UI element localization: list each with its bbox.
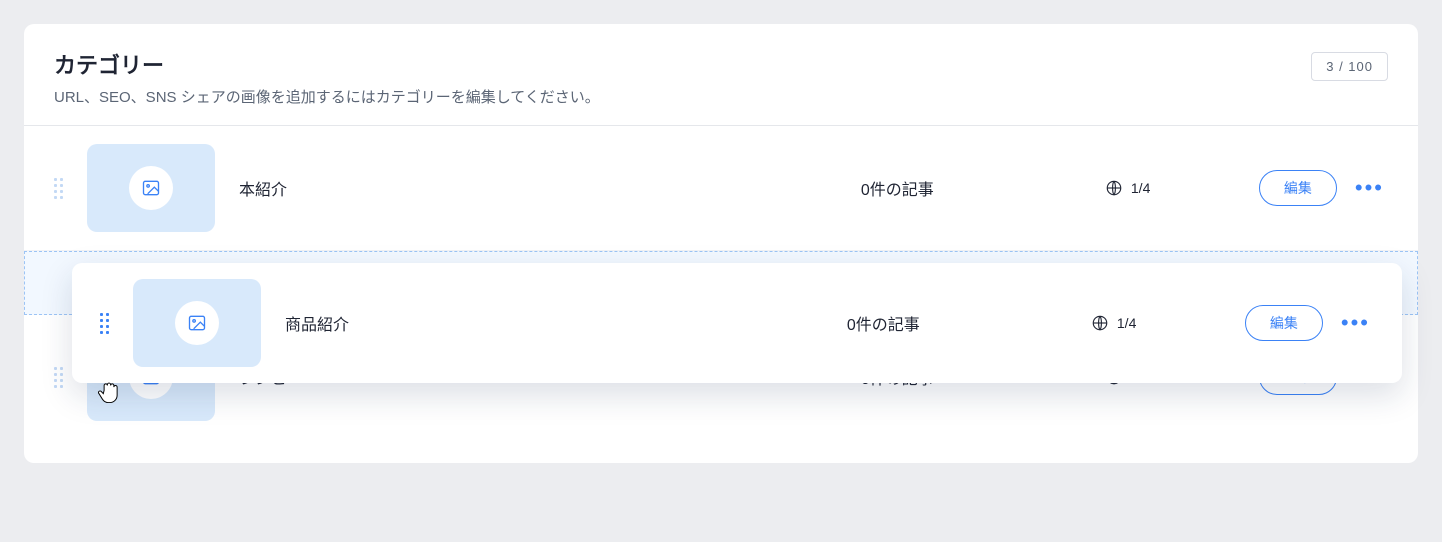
language-count[interactable]: 1/4	[1105, 179, 1235, 197]
thumbnail-circle	[175, 301, 219, 345]
image-icon	[187, 313, 207, 333]
more-options-button[interactable]: •••	[1337, 308, 1374, 338]
category-thumbnail[interactable]	[87, 144, 215, 232]
category-rows: 本紹介 0件の記事 1/4 編集 •••	[24, 126, 1418, 439]
article-count: 0件の記事	[861, 176, 1081, 200]
panel-header: カテゴリー URL、SEO、SNS シェアの画像を追加するにはカテゴリーを編集し…	[24, 24, 1418, 126]
globe-icon	[1091, 314, 1109, 332]
article-count: 0件の記事	[847, 311, 1067, 335]
panel-subtitle: URL、SEO、SNS シェアの画像を追加するにはカテゴリーを編集してください。	[54, 86, 600, 107]
panel-bottom-spacer	[24, 439, 1418, 463]
language-count-text: 1/4	[1117, 315, 1136, 331]
image-icon	[141, 178, 161, 198]
category-count-badge: 3 / 100	[1311, 52, 1388, 81]
language-count-text: 1/4	[1131, 180, 1150, 196]
edit-button[interactable]: 編集	[1259, 170, 1337, 206]
drag-overlay-area: レシピ 0件の記事 1/4 編集 •••	[24, 315, 1418, 439]
more-options-button[interactable]: •••	[1351, 173, 1388, 203]
category-row: 本紹介 0件の記事 1/4 編集 •••	[24, 126, 1418, 251]
row-actions: 編集 •••	[1259, 170, 1388, 206]
row-actions: 編集 •••	[1245, 305, 1374, 341]
drag-handle-icon[interactable]	[54, 367, 63, 388]
category-row-dragging[interactable]: 商品紹介 0件の記事 1/4 編集 •••	[72, 263, 1402, 383]
drag-handle-icon[interactable]	[100, 313, 109, 334]
category-thumbnail[interactable]	[133, 279, 261, 367]
grab-cursor-icon	[96, 379, 122, 405]
header-text: カテゴリー URL、SEO、SNS シェアの画像を追加するにはカテゴリーを編集し…	[54, 48, 600, 107]
category-name: 本紹介	[239, 176, 837, 200]
thumbnail-circle	[129, 166, 173, 210]
categories-panel: カテゴリー URL、SEO、SNS シェアの画像を追加するにはカテゴリーを編集し…	[24, 24, 1418, 463]
language-count[interactable]: 1/4	[1091, 314, 1221, 332]
drag-handle-icon[interactable]	[54, 178, 63, 199]
edit-button[interactable]: 編集	[1245, 305, 1323, 341]
panel-title: カテゴリー	[54, 48, 600, 80]
globe-icon	[1105, 179, 1123, 197]
category-name: 商品紹介	[285, 311, 823, 335]
